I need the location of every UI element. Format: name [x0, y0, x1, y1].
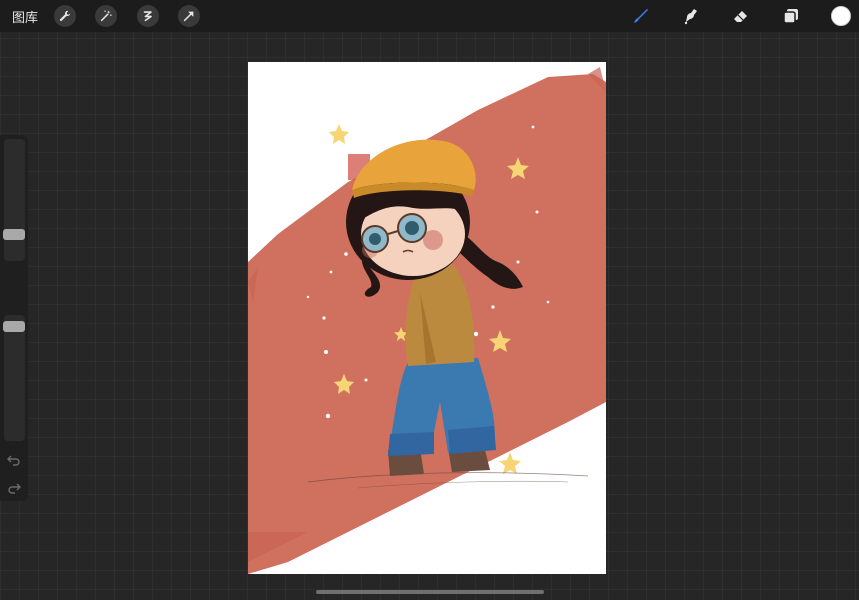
transform-button[interactable] — [178, 5, 200, 27]
selection-icon — [143, 11, 152, 22]
brush-size-slider[interactable] — [4, 139, 25, 261]
home-indicator — [316, 590, 544, 594]
opacity-slider[interactable] — [4, 315, 25, 441]
artwork-illustration — [248, 67, 606, 574]
adjustments-button[interactable] — [95, 5, 117, 27]
layers-icon[interactable] — [781, 6, 801, 26]
transform-arrow-icon — [183, 11, 194, 22]
wrench-icon — [59, 10, 71, 22]
sidebar — [0, 135, 28, 501]
smudge-icon[interactable] — [681, 6, 701, 26]
color-picker-swatch[interactable] — [831, 6, 851, 26]
actions-wrench-button[interactable] — [54, 5, 76, 27]
eraser-icon[interactable] — [731, 6, 751, 26]
brush-icon[interactable] — [630, 6, 650, 26]
gallery-button[interactable]: 图库 — [12, 7, 38, 26]
brush-size-thumb[interactable] — [3, 229, 25, 240]
undo-icon[interactable] — [6, 454, 22, 466]
redo-icon[interactable] — [6, 482, 22, 494]
selection-button[interactable] — [137, 5, 159, 27]
drawing-canvas[interactable] — [248, 62, 606, 574]
opacity-thumb[interactable] — [3, 321, 25, 332]
magic-wand-icon — [100, 10, 112, 22]
top-toolbar: 图库 — [0, 0, 859, 32]
